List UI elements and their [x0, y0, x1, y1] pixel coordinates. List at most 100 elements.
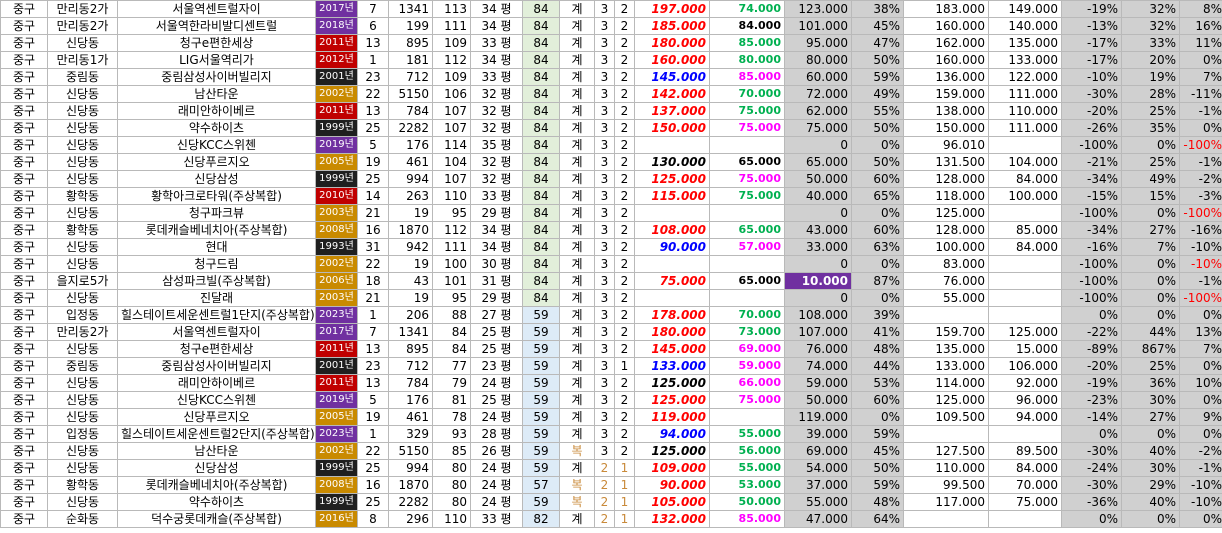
cell-sale-price: [634, 289, 710, 307]
cell-neighborhood: 신당동: [47, 391, 118, 409]
cell-neighborhood: 신당동: [47, 459, 118, 477]
cell-exclusive-area: 59: [522, 442, 560, 460]
cell-high-price: 162.000: [903, 34, 989, 52]
cell-baths: 2: [614, 34, 635, 52]
cell-change-high: -89%: [1061, 340, 1122, 358]
cell-low-price: 122.000: [988, 68, 1062, 86]
cell-low-price: 106.000: [988, 357, 1062, 375]
cell-lease-price: 73.000: [709, 323, 785, 341]
cell-supply-area: 80: [432, 493, 471, 511]
cell-change-low: 0%: [1121, 204, 1180, 222]
cell-complex-name: 서울역한라비발디센트럴: [117, 17, 316, 35]
cell-low-price: 104.000: [988, 153, 1062, 171]
cell-sale-price: 145.000: [634, 68, 710, 86]
cell-households: 19: [388, 255, 433, 273]
cell-neighborhood: 신당동: [47, 119, 118, 137]
cell-lease-ratio: 50%: [851, 153, 904, 171]
cell-sale-price: 142.000: [634, 85, 710, 103]
cell-pyeong: 25 평: [470, 391, 523, 409]
cell-baths: 1: [614, 493, 635, 511]
cell-build-year: 2011년: [315, 34, 358, 52]
cell-gap-value: 37.000: [784, 476, 852, 494]
cell-supply-area: 111: [432, 17, 471, 35]
table-row: 중구 신당동 신당푸르지오 2005년 19 461 104 32 평 84 계 3 2 130.000…: [0, 153, 1222, 171]
cell-complex-name: 약수하이츠: [117, 493, 316, 511]
cell-build-year: 2018년: [315, 17, 358, 35]
cell-lease-price: 55.000: [709, 459, 785, 477]
cell-households: 19: [388, 289, 433, 307]
cell-build-year: 2003년: [315, 204, 358, 222]
cell-lease-price: 70.000: [709, 85, 785, 103]
table-row: 중구 신당동 현대 1993년 31 942 111 34 평 84 계 3 2 90.000 57.00…: [0, 238, 1222, 256]
cell-gap-value: 40.000: [784, 187, 852, 205]
cell-change-high: -34%: [1061, 170, 1122, 188]
cell-low-price: 92.000: [988, 374, 1062, 392]
cell-rooms: 3: [594, 102, 615, 120]
cell-high-price: 133.000: [903, 357, 989, 375]
cell-low-price: 96.000: [988, 391, 1062, 409]
cell-age: 5: [357, 391, 389, 409]
cell-build-year: 2019년: [315, 391, 358, 409]
cell-build-year: 2005년: [315, 153, 358, 171]
table-row: 중구 중림동 중림삼성사이버빌리지 2001년 23 712 109 33 평 84 계 3 2 145…: [0, 68, 1222, 86]
cell-high-price: 159.000: [903, 85, 989, 103]
cell-low-price: 84.000: [988, 170, 1062, 188]
cell-baths: 2: [614, 408, 635, 426]
cell-lease-ratio: 48%: [851, 493, 904, 511]
cell-build-year: 2011년: [315, 340, 358, 358]
cell-baths: 2: [614, 374, 635, 392]
cell-age: 22: [357, 442, 389, 460]
cell-sale-price: 145.000: [634, 340, 710, 358]
cell-pyeong: 24 평: [470, 476, 523, 494]
cell-change-high: -20%: [1061, 357, 1122, 375]
cell-pyeong: 32 평: [470, 85, 523, 103]
cell-supply-area: 101: [432, 272, 471, 290]
cell-lease-ratio: 50%: [851, 119, 904, 137]
cell-gap-value: 101.000: [784, 17, 852, 35]
cell-low-price: [988, 272, 1062, 290]
cell-supply-area: 107: [432, 170, 471, 188]
cell-rooms: 3: [594, 136, 615, 154]
cell-neighborhood: 황학동: [47, 187, 118, 205]
cell-change-low: 44%: [1121, 323, 1180, 341]
cell-low-price: [988, 306, 1062, 324]
cell-change-year: -11%: [1179, 85, 1222, 103]
cell-gap-value: 69.000: [784, 442, 852, 460]
cell-households: 5150: [388, 85, 433, 103]
cell-low-price: [988, 289, 1062, 307]
cell-pyeong: 25 평: [470, 340, 523, 358]
cell-change-high: -100%: [1061, 136, 1122, 154]
cell-stairs-type: 계: [559, 119, 595, 137]
cell-complex-name: 청구e편한세상: [117, 340, 316, 358]
cell-low-price: [988, 255, 1062, 273]
cell-sale-price: 115.000: [634, 187, 710, 205]
cell-sale-price: 197.000: [634, 0, 710, 18]
cell-stairs-type: 계: [559, 306, 595, 324]
cell-high-price: [903, 510, 989, 528]
cell-district: 중구: [0, 136, 48, 154]
cell-change-low: 35%: [1121, 119, 1180, 137]
cell-low-price: 75.000: [988, 493, 1062, 511]
cell-stairs-type: 계: [559, 17, 595, 35]
cell-complex-name: 청구파크뷰: [117, 204, 316, 222]
cell-lease-price: 56.000: [709, 442, 785, 460]
cell-change-high: -22%: [1061, 323, 1122, 341]
cell-build-year: 1993년: [315, 238, 358, 256]
cell-lease-ratio: 64%: [851, 510, 904, 528]
cell-build-year: 2001년: [315, 357, 358, 375]
cell-change-year: -10%: [1179, 476, 1222, 494]
cell-baths: 2: [614, 68, 635, 86]
cell-stairs-type: 계: [559, 408, 595, 426]
cell-change-high: -13%: [1061, 17, 1122, 35]
cell-complex-name: 청구e편한세상: [117, 34, 316, 52]
cell-lease-ratio: 59%: [851, 476, 904, 494]
cell-households: 994: [388, 170, 433, 188]
cell-change-low: 28%: [1121, 85, 1180, 103]
cell-stairs-type: 계: [559, 459, 595, 477]
cell-households: 176: [388, 136, 433, 154]
cell-supply-area: 84: [432, 323, 471, 341]
cell-age: 19: [357, 153, 389, 171]
cell-pyeong: 24 평: [470, 459, 523, 477]
table-row: 중구 만리동2가 서울역센트럴자이 2017년 7 1341 113 34 평 84 계 3 2 197…: [0, 0, 1222, 18]
cell-baths: 2: [614, 238, 635, 256]
